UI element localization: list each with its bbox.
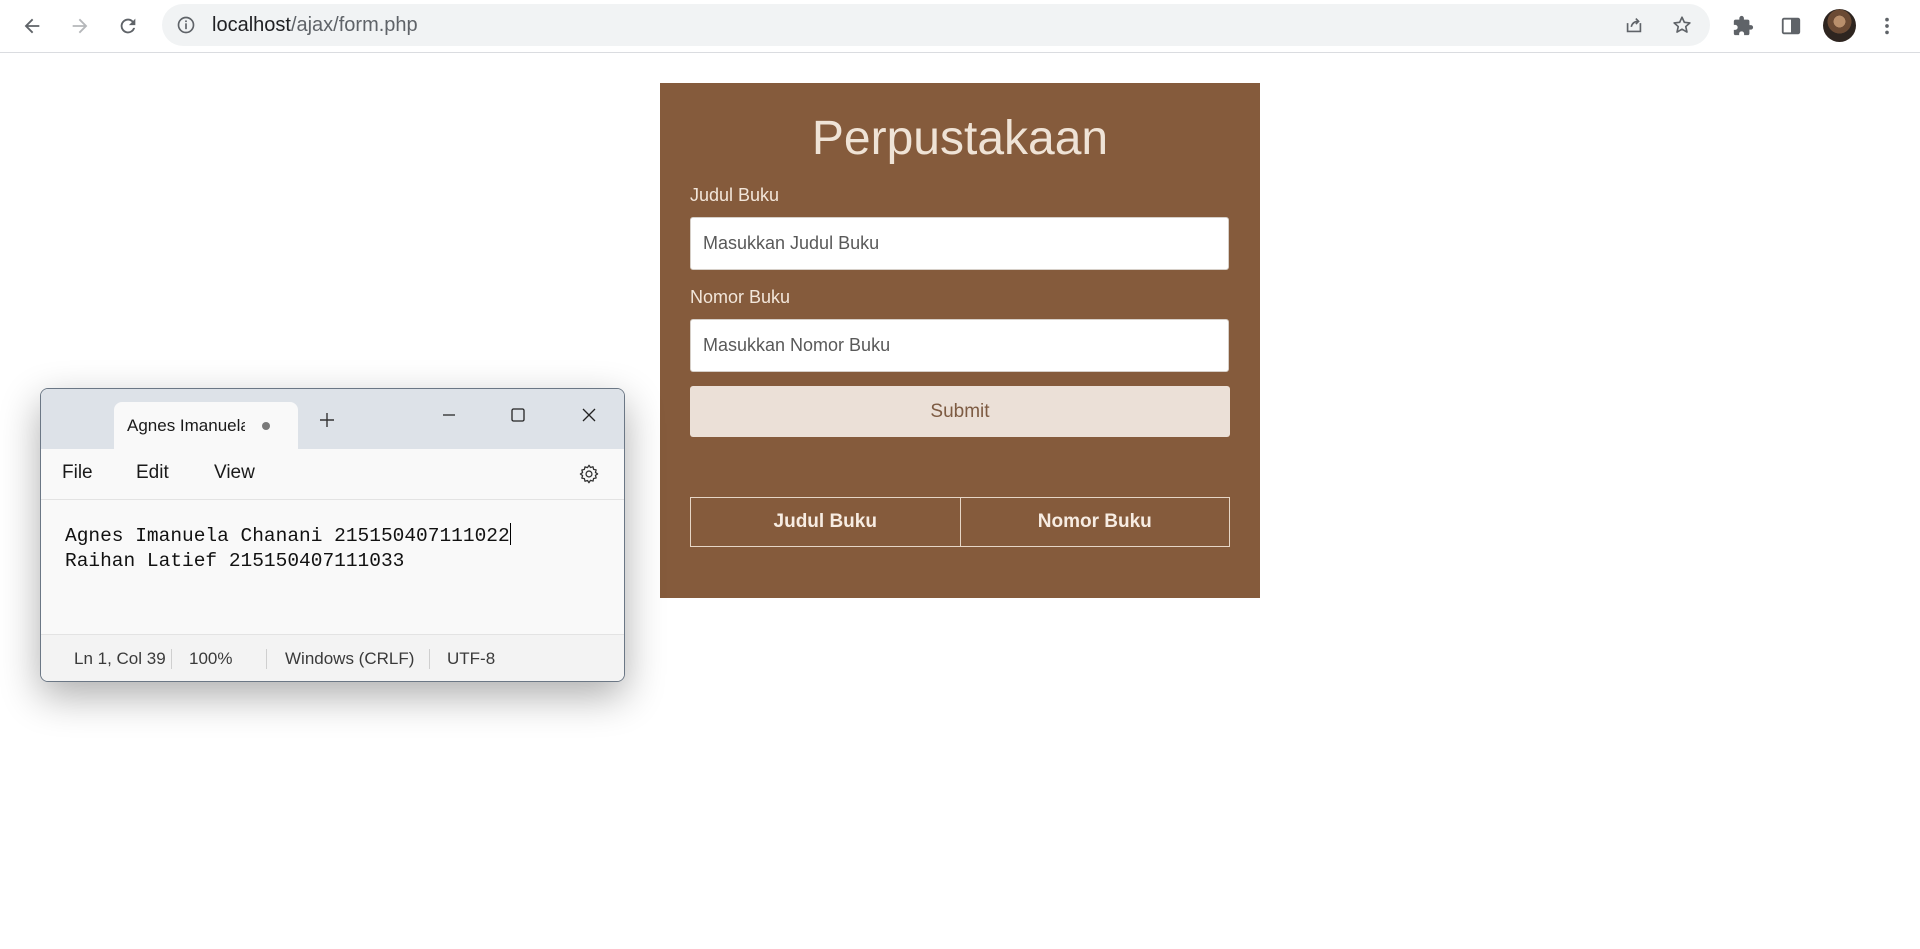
maximize-icon[interactable] bbox=[494, 397, 542, 433]
url-path: /ajax/form.php bbox=[290, 14, 418, 36]
url-text: localhost/ajax/form.php bbox=[212, 14, 418, 37]
notepad-titlebar: Agnes Imanuela Chanani bbox=[41, 389, 624, 449]
unsaved-dot-icon[interactable] bbox=[262, 422, 270, 430]
url-host: localhost bbox=[212, 14, 291, 36]
close-icon[interactable] bbox=[565, 397, 613, 433]
new-tab-plus-icon[interactable] bbox=[319, 412, 335, 428]
reload-icon[interactable] bbox=[111, 9, 145, 43]
editor-line-2: Raihan Latief 215150407111033 bbox=[65, 550, 405, 572]
status-line-ending: Windows (CRLF) bbox=[285, 649, 415, 668]
nomor-buku-label: Nomor Buku bbox=[690, 287, 791, 307]
library-form-panel: Perpustakaan Judul Buku Nomor Buku Submi… bbox=[660, 83, 1260, 598]
page-title: Perpustakaan bbox=[811, 112, 1109, 165]
nomor-buku-input[interactable] bbox=[690, 319, 1229, 372]
menu-view[interactable]: View bbox=[214, 462, 255, 484]
menu-file[interactable]: File bbox=[62, 462, 93, 484]
judul-buku-label: Judul Buku bbox=[690, 185, 780, 205]
table-header-judul-buku: Judul Buku bbox=[773, 511, 877, 532]
forward-icon[interactable] bbox=[63, 9, 97, 43]
notepad-tab[interactable]: Agnes Imanuela Chanani bbox=[114, 402, 298, 449]
menu-kebab-icon[interactable] bbox=[1870, 9, 1904, 43]
notepad-tab-title: Agnes Imanuela Chanani bbox=[127, 416, 245, 435]
minimize-icon[interactable] bbox=[425, 397, 473, 433]
back-icon[interactable] bbox=[15, 9, 49, 43]
notepad-editor[interactable]: Agnes Imanuela Chanani 215150407111022 R… bbox=[65, 523, 511, 574]
books-table-header: Judul Buku Nomor Buku bbox=[690, 497, 1230, 547]
side-panel-icon[interactable] bbox=[1774, 9, 1808, 43]
text-caret bbox=[509, 523, 511, 545]
share-icon[interactable] bbox=[1623, 14, 1645, 36]
address-bar[interactable]: localhost/ajax/form.php bbox=[162, 4, 1710, 46]
browser-toolbar: localhost/ajax/form.php bbox=[0, 0, 1920, 53]
status-divider bbox=[171, 649, 172, 669]
notepad-menubar: File Edit View bbox=[41, 449, 624, 500]
status-zoom: 100% bbox=[189, 649, 233, 668]
status-divider bbox=[266, 649, 267, 669]
editor-line-1: Agnes Imanuela Chanani 215150407111022 bbox=[65, 525, 510, 547]
status-divider bbox=[429, 649, 430, 669]
profile-avatar[interactable] bbox=[1823, 9, 1856, 42]
menu-edit[interactable]: Edit bbox=[136, 462, 169, 484]
bookmark-star-icon[interactable] bbox=[1671, 14, 1693, 36]
notepad-statusbar: Ln 1, Col 39 100% Windows (CRLF) UTF-8 bbox=[41, 634, 624, 681]
status-cursor-position: Ln 1, Col 39 bbox=[74, 649, 166, 668]
site-info-icon[interactable] bbox=[176, 15, 196, 35]
settings-gear-icon[interactable] bbox=[578, 463, 600, 485]
notepad-window: Agnes Imanuela Chanani File Edit View Ag… bbox=[40, 388, 625, 682]
status-encoding: UTF-8 bbox=[447, 649, 496, 668]
extensions-icon[interactable] bbox=[1726, 9, 1760, 43]
table-header-nomor-buku: Nomor Buku bbox=[959, 498, 1230, 546]
submit-button[interactable]: Submit bbox=[690, 386, 1230, 437]
judul-buku-input[interactable] bbox=[690, 217, 1229, 270]
